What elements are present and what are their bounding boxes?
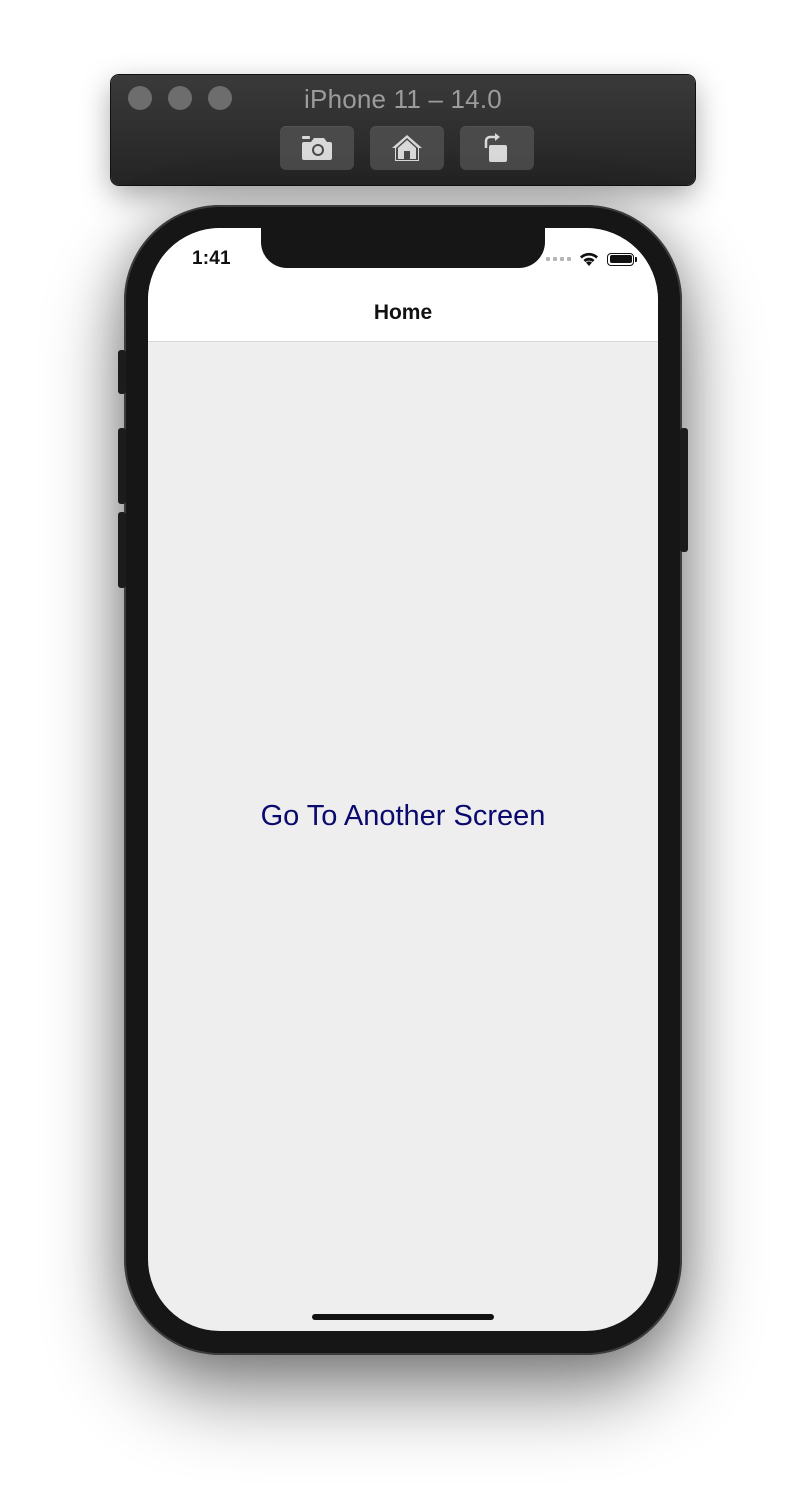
home-icon — [392, 135, 422, 161]
rotate-button[interactable] — [460, 126, 534, 170]
nav-title: Home — [373, 301, 433, 324]
status-time: 1:41 — [192, 248, 231, 269]
go-to-another-screen-button[interactable]: Go To Another Screen — [148, 798, 658, 834]
screenshot-button[interactable] — [280, 126, 354, 170]
signal-dots-icon — [546, 257, 571, 261]
simulator-stage: iPhone 11 – 14.0 1:41 Home Go To Another… — [0, 0, 806, 1504]
simulator-titlebar: iPhone 11 – 14.0 — [111, 75, 695, 185]
rotate-icon — [484, 133, 507, 162]
device-notch — [261, 228, 545, 268]
status-indicators — [546, 248, 637, 270]
mute-switch[interactable] — [118, 350, 126, 394]
side-power-button[interactable] — [680, 428, 688, 552]
phone-screen: 1:41 Home Go To Another Screen — [148, 228, 658, 1331]
home-button[interactable] — [370, 126, 444, 170]
battery-icon — [607, 252, 637, 266]
wifi-icon — [580, 252, 598, 266]
volume-up-button[interactable] — [118, 428, 126, 504]
simulator-window-title: iPhone 11 – 14.0 — [304, 84, 502, 114]
volume-down-button[interactable] — [118, 512, 126, 588]
home-indicator[interactable] — [312, 1314, 494, 1320]
camera-icon — [302, 136, 332, 160]
